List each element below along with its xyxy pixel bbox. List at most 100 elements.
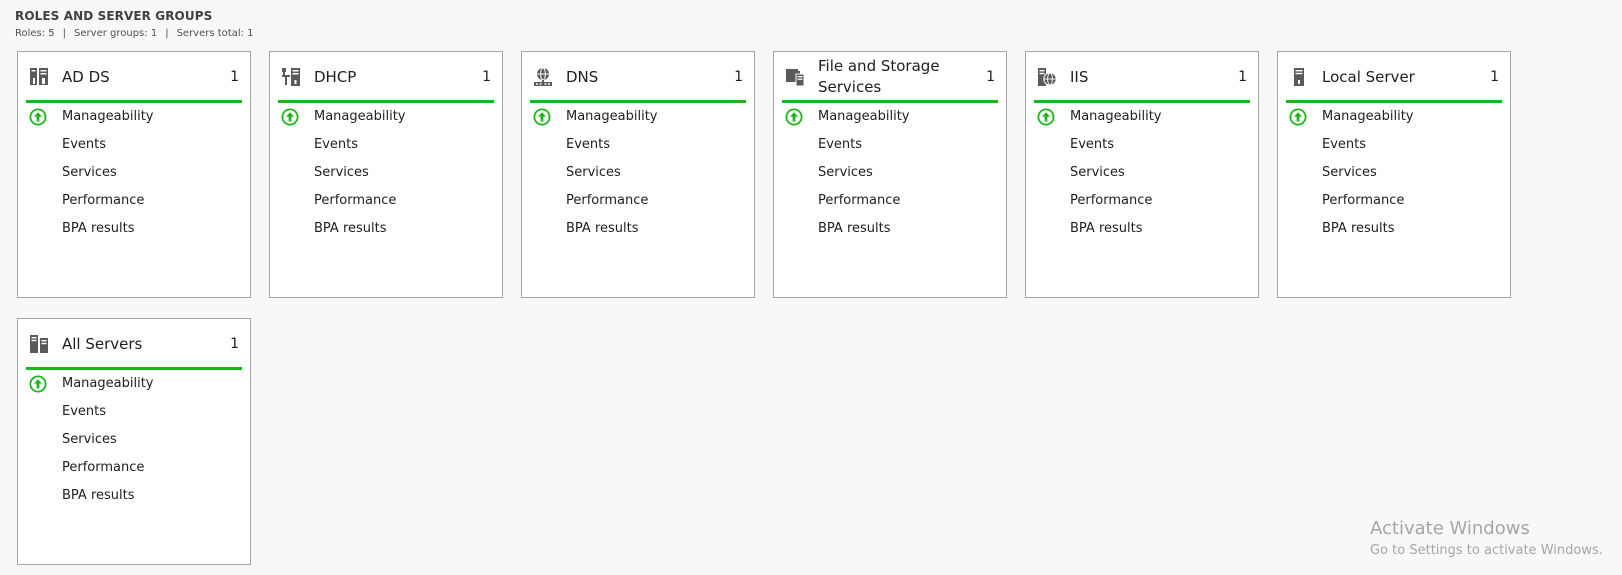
status-ok-icon bbox=[29, 375, 47, 393]
item-events[interactable]: Events bbox=[278, 131, 494, 159]
tile-iis[interactable]: IIS 1 Manageability Events Services Perf… bbox=[1025, 51, 1259, 298]
item-label: Events bbox=[1322, 137, 1367, 152]
tile-items: Manageability Events Services Performanc… bbox=[26, 370, 242, 510]
tile-items: Manageability Events Services Performanc… bbox=[530, 103, 746, 243]
item-bpa-results[interactable]: BPA results bbox=[1286, 215, 1502, 243]
tile-header[interactable]: Local Server 1 bbox=[1286, 54, 1502, 103]
tile-header[interactable]: IIS 1 bbox=[1034, 54, 1250, 103]
status-ok-icon bbox=[1289, 108, 1307, 126]
item-events[interactable]: Events bbox=[26, 131, 242, 159]
summary-separator: | bbox=[62, 28, 67, 39]
item-label: Events bbox=[62, 137, 107, 152]
item-events[interactable]: Events bbox=[1034, 131, 1250, 159]
item-events[interactable]: Events bbox=[1286, 131, 1502, 159]
item-services[interactable]: Services bbox=[782, 159, 998, 187]
tile-header[interactable]: DHCP 1 bbox=[278, 54, 494, 103]
item-performance[interactable]: Performance bbox=[1286, 187, 1502, 215]
item-performance[interactable]: Performance bbox=[1034, 187, 1250, 215]
item-services[interactable]: Services bbox=[26, 426, 242, 454]
server-count[interactable]: 1 bbox=[734, 54, 743, 100]
server-count[interactable]: 1 bbox=[1238, 54, 1247, 100]
roles-count: Roles: 5 bbox=[15, 28, 55, 39]
item-label: Performance bbox=[818, 193, 901, 208]
item-manageability[interactable]: Manageability bbox=[1286, 103, 1502, 131]
item-services[interactable]: Services bbox=[1034, 159, 1250, 187]
tile-header[interactable]: All Servers 1 bbox=[26, 321, 242, 370]
item-bpa-results[interactable]: BPA results bbox=[530, 215, 746, 243]
item-label: Manageability bbox=[818, 109, 910, 124]
tile-dns[interactable]: DNS 1 Manageability Events Services Perf… bbox=[521, 51, 755, 298]
tile-title[interactable]: AD DS bbox=[62, 54, 214, 100]
tile-title[interactable]: IIS bbox=[1070, 54, 1222, 100]
tile-title[interactable]: DNS bbox=[566, 54, 718, 100]
dhcp-icon bbox=[282, 68, 300, 86]
server-count[interactable]: 1 bbox=[230, 54, 239, 100]
dns-icon bbox=[534, 67, 552, 86]
tile-header[interactable]: File and Storage Services 1 bbox=[782, 54, 998, 103]
item-label: Services bbox=[314, 165, 369, 180]
tile-items: Manageability Events Services Performanc… bbox=[26, 103, 242, 243]
item-performance[interactable]: Performance bbox=[782, 187, 998, 215]
server-count[interactable]: 1 bbox=[1490, 54, 1499, 100]
item-bpa-results[interactable]: BPA results bbox=[278, 215, 494, 243]
item-manageability[interactable]: Manageability bbox=[530, 103, 746, 131]
tile-items: Manageability Events Services Performanc… bbox=[1034, 103, 1250, 243]
item-performance[interactable]: Performance bbox=[26, 454, 242, 482]
item-events[interactable]: Events bbox=[782, 131, 998, 159]
tile-items: Manageability Events Services Performanc… bbox=[1286, 103, 1502, 243]
tile-header[interactable]: DNS 1 bbox=[530, 54, 746, 103]
item-performance[interactable]: Performance bbox=[26, 187, 242, 215]
iis-icon bbox=[1038, 68, 1057, 86]
tile-all-servers[interactable]: All Servers 1 Manageability Events Servi… bbox=[17, 318, 251, 565]
item-performance[interactable]: Performance bbox=[278, 187, 494, 215]
item-services[interactable]: Services bbox=[1286, 159, 1502, 187]
tile-dhcp[interactable]: DHCP 1 Manageability Events Services Per… bbox=[269, 51, 503, 298]
item-label: Events bbox=[818, 137, 863, 152]
item-label: Events bbox=[62, 404, 107, 419]
item-events[interactable]: Events bbox=[530, 131, 746, 159]
tile-items: Manageability Events Services Performanc… bbox=[278, 103, 494, 243]
server-groups-count: Server groups: 1 bbox=[74, 28, 158, 39]
summary-separator: | bbox=[165, 28, 169, 39]
item-services[interactable]: Services bbox=[26, 159, 242, 187]
item-bpa-results[interactable]: BPA results bbox=[1034, 215, 1250, 243]
item-label: Events bbox=[314, 137, 359, 152]
item-label: Events bbox=[1070, 137, 1115, 152]
servers-total-count: Servers total: 1 bbox=[176, 28, 254, 39]
item-bpa-results[interactable]: BPA results bbox=[782, 215, 998, 243]
item-services[interactable]: Services bbox=[530, 159, 746, 187]
item-label: BPA results bbox=[1070, 221, 1143, 236]
item-label: Performance bbox=[62, 193, 145, 208]
tile-local-server[interactable]: Local Server 1 Manageability Events Serv… bbox=[1277, 51, 1511, 298]
tile-title[interactable]: Local Server bbox=[1322, 54, 1474, 100]
item-label: Services bbox=[818, 165, 873, 180]
status-ok-icon bbox=[533, 108, 551, 126]
item-services[interactable]: Services bbox=[278, 159, 494, 187]
tile-title[interactable]: File and Storage Services bbox=[818, 54, 970, 100]
server-count[interactable]: 1 bbox=[986, 54, 995, 100]
section-title: ROLES AND SERVER GROUPS bbox=[15, 9, 213, 23]
item-manageability[interactable]: Manageability bbox=[278, 103, 494, 131]
tile-file-and-storage-services[interactable]: File and Storage Services 1 Manageabilit… bbox=[773, 51, 1007, 298]
item-label: Performance bbox=[1322, 193, 1405, 208]
server-count[interactable]: 1 bbox=[482, 54, 491, 100]
tile-ad-ds[interactable]: AD DS 1 Manageability Events Services Pe… bbox=[17, 51, 251, 298]
server-count[interactable]: 1 bbox=[230, 321, 239, 367]
tile-title[interactable]: All Servers bbox=[62, 321, 214, 367]
item-manageability[interactable]: Manageability bbox=[1034, 103, 1250, 131]
tile-items: Manageability Events Services Performanc… bbox=[782, 103, 998, 243]
item-performance[interactable]: Performance bbox=[530, 187, 746, 215]
item-label: Manageability bbox=[314, 109, 406, 124]
section-summary: Roles: 5 | Server groups: 1 | Servers total:… bbox=[15, 27, 254, 40]
item-manageability[interactable]: Manageability bbox=[26, 370, 242, 398]
file-storage-icon bbox=[786, 69, 805, 87]
item-manageability[interactable]: Manageability bbox=[26, 103, 242, 131]
tile-title[interactable]: DHCP bbox=[314, 54, 466, 100]
status-ok-icon bbox=[785, 108, 803, 126]
item-manageability[interactable]: Manageability bbox=[782, 103, 998, 131]
item-bpa-results[interactable]: BPA results bbox=[26, 482, 242, 510]
item-events[interactable]: Events bbox=[26, 398, 242, 426]
tile-header[interactable]: AD DS 1 bbox=[26, 54, 242, 103]
item-label: Services bbox=[62, 165, 117, 180]
item-bpa-results[interactable]: BPA results bbox=[26, 215, 242, 243]
